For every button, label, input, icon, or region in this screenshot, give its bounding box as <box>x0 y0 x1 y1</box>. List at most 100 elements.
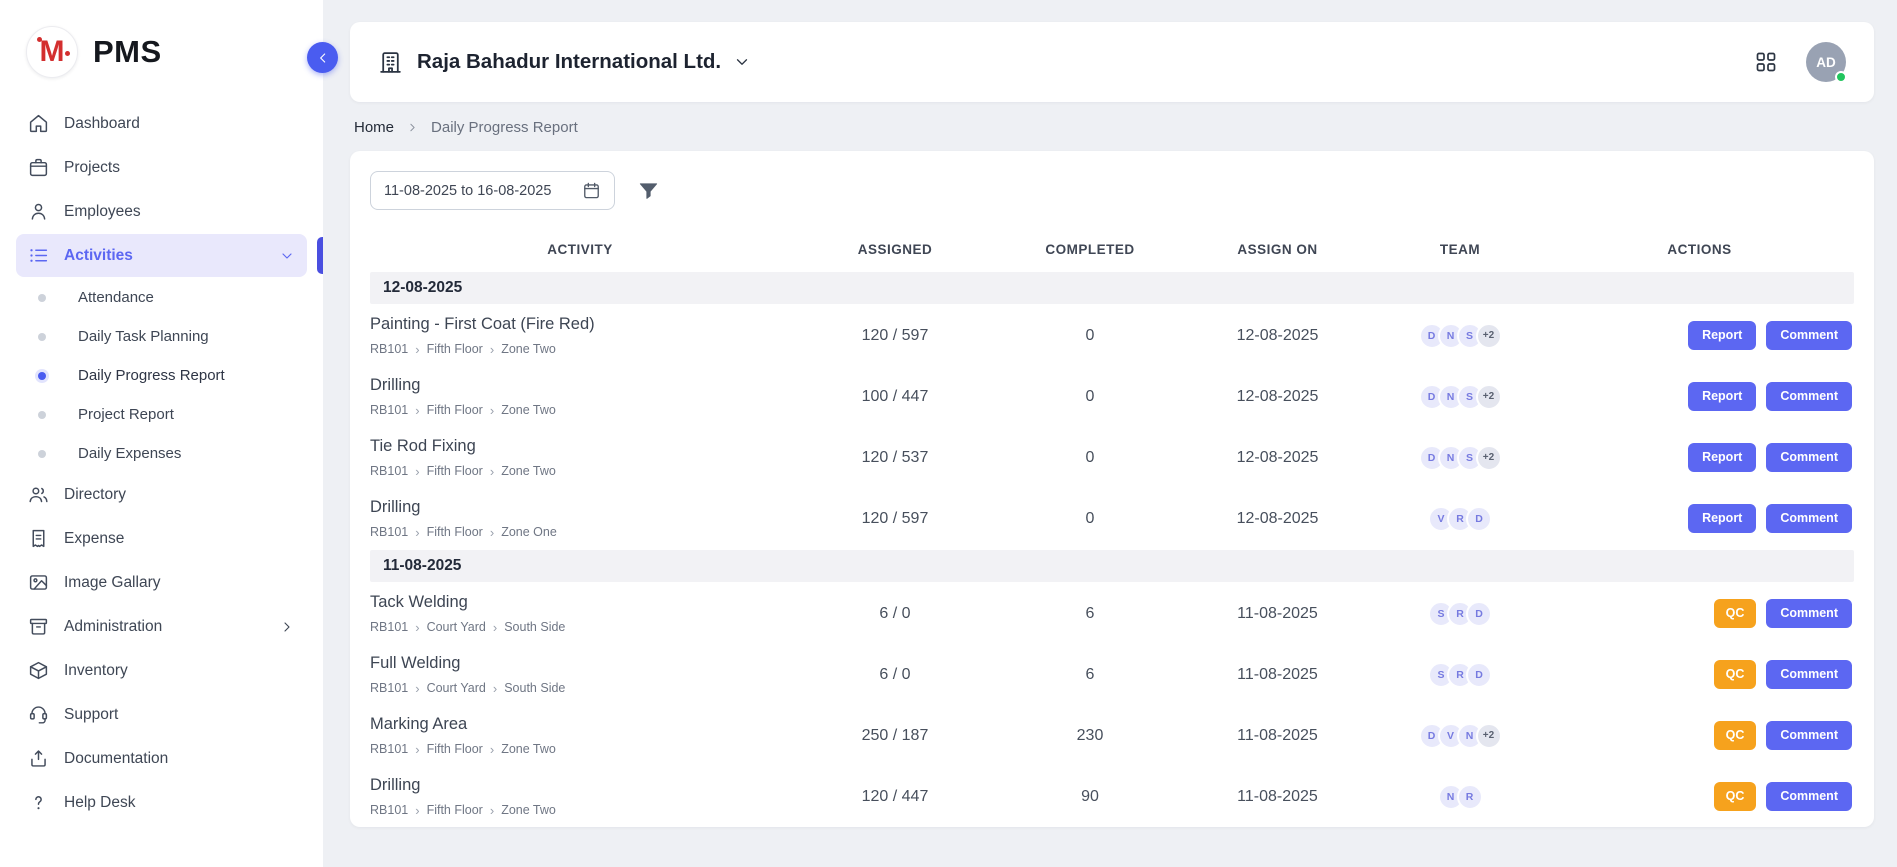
chevron-right-icon: › <box>493 682 497 695</box>
comment-button[interactable]: Comment <box>1766 782 1852 810</box>
sidebar-collapse-button[interactable] <box>307 42 338 73</box>
activities-icon <box>28 245 49 266</box>
assigned-value: 120 / 597 <box>790 510 1000 528</box>
sidebar-item-expense[interactable]: Expense <box>16 517 307 560</box>
report-button[interactable]: Report <box>1688 504 1756 532</box>
app-title: PMS <box>93 34 162 70</box>
chevron-right-icon: › <box>490 404 494 417</box>
main-area: Raja Bahadur International Ltd. AD Home … <box>323 0 1897 867</box>
sidebar-subitem-daily-progress-report[interactable]: Daily Progress Report <box>16 356 307 395</box>
activity-cell: DrillingRB101›Fifth Floor›Zone Two <box>370 776 790 817</box>
sidebar-item-label: Projects <box>64 159 120 177</box>
sidebar-item-label: Documentation <box>64 750 168 768</box>
qc-button[interactable]: QC <box>1714 782 1757 810</box>
path-segment: Zone Two <box>501 742 556 756</box>
comment-button[interactable]: Comment <box>1766 660 1852 688</box>
comment-button[interactable]: Comment <box>1766 599 1852 627</box>
sidebar-item-help-desk[interactable]: Help Desk <box>16 781 307 824</box>
team-avatar[interactable]: D <box>1466 662 1492 688</box>
bullet-icon <box>38 450 46 458</box>
sidebar-item-employees[interactable]: Employees <box>16 190 307 233</box>
path-segment: Zone One <box>501 525 557 539</box>
sidebar-item-inventory[interactable]: Inventory <box>16 649 307 692</box>
table-row: DrillingRB101›Fifth Floor›Zone One120 / … <box>370 488 1854 549</box>
path-segment: RB101 <box>370 525 408 539</box>
date-range-value: 11-08-2025 to 16-08-2025 <box>384 183 551 199</box>
sidebar-subitem-attendance[interactable]: Attendance <box>16 278 307 317</box>
path-segment: Fifth Floor <box>427 342 483 356</box>
sidebar-subitem-label: Project Report <box>78 406 174 423</box>
helpdesk-icon <box>28 792 49 813</box>
sidebar-item-image-gallary[interactable]: Image Gallary <box>16 561 307 604</box>
apps-grid-icon[interactable] <box>1754 50 1778 74</box>
sidebar-item-support[interactable]: Support <box>16 693 307 736</box>
progress-table: ACTIVITYASSIGNEDCOMPLETEDASSIGN ONTEAMAC… <box>370 228 1854 827</box>
chevron-right-icon: › <box>415 804 419 817</box>
team-extra-badge[interactable]: +2 <box>1476 384 1502 410</box>
sidebar-nav: Dashboard Projects EmployeesActivitiesAtte… <box>0 98 323 824</box>
comment-button[interactable]: Comment <box>1766 321 1852 349</box>
sidebar-item-projects[interactable]: Projects <box>16 146 307 189</box>
support-icon <box>28 704 49 725</box>
team-extra-badge[interactable]: +2 <box>1476 323 1502 349</box>
sidebar-item-administration[interactable]: Administration <box>16 605 307 648</box>
company-selector[interactable]: Raja Bahadur International Ltd. <box>417 50 751 74</box>
table-row: DrillingRB101›Fifth Floor›Zone Two120 / … <box>370 766 1854 827</box>
activity-cell: Tack Welding RB101›Court Yard›South Side <box>370 593 790 634</box>
assign-on-value: 12-08-2025 <box>1180 510 1375 528</box>
row-actions: Report Comment <box>1545 443 1854 471</box>
team-extra-badge[interactable]: +2 <box>1476 445 1502 471</box>
team-avatars: VRD <box>1375 506 1545 532</box>
report-button[interactable]: Report <box>1688 321 1756 349</box>
report-button[interactable]: Report <box>1688 382 1756 410</box>
comment-button[interactable]: Comment <box>1766 382 1852 410</box>
table-row: DrillingRB101›Fifth Floor›Zone Two100 / … <box>370 366 1854 427</box>
user-avatar[interactable]: AD <box>1806 42 1846 82</box>
activity-cell: Marking AreaRB101›Fifth Floor›Zone Two <box>370 715 790 756</box>
sidebar-subitem-daily-expenses[interactable]: Daily Expenses <box>16 434 307 473</box>
activity-cell: Tie Rod FixingRB101›Fifth Floor›Zone Two <box>370 437 790 478</box>
completed-value: 0 <box>1000 388 1180 406</box>
team-avatar[interactable]: R <box>1457 784 1483 810</box>
sidebar-item-dashboard[interactable]: Dashboard <box>16 102 307 145</box>
assigned-value: 120 / 537 <box>790 449 1000 467</box>
date-range-input[interactable]: 11-08-2025 to 16-08-2025 <box>370 171 615 210</box>
comment-button[interactable]: Comment <box>1766 504 1852 532</box>
team-avatars: SRD <box>1375 662 1545 688</box>
comment-button[interactable]: Comment <box>1766 721 1852 749</box>
table-row: Full WeldingRB101›Court Yard›South Side6… <box>370 644 1854 705</box>
date-group-header: 12-08-2025 <box>370 272 1854 304</box>
column-header-activity: ACTIVITY <box>370 228 790 271</box>
team-avatar[interactable]: D <box>1466 601 1492 627</box>
table-row: Tack Welding RB101›Court Yard›South Side 6… <box>370 583 1854 644</box>
sidebar-item-activities[interactable]: Activities <box>16 234 307 277</box>
activity-path: RB101›Court Yard›South Side <box>370 620 780 634</box>
assigned-value: 250 / 187 <box>790 727 1000 745</box>
row-actions: QC Comment <box>1545 721 1854 749</box>
qc-button[interactable]: QC <box>1714 599 1757 627</box>
sidebar-item-documentation[interactable]: Documentation <box>16 737 307 780</box>
qc-button[interactable]: QC <box>1714 660 1757 688</box>
assigned-value: 6 / 0 <box>790 605 1000 623</box>
row-actions: QC Comment <box>1545 599 1854 627</box>
activity-title: Tack Welding <box>370 593 780 612</box>
path-segment: RB101 <box>370 803 408 817</box>
sidebar-item-directory[interactable]: Directory <box>16 473 307 516</box>
sidebar-subitem-label: Daily Progress Report <box>78 367 225 384</box>
sidebar-item-label: Dashboard <box>64 115 140 133</box>
sidebar-subitem-project-report[interactable]: Project Report <box>16 395 307 434</box>
team-avatar[interactable]: D <box>1466 506 1492 532</box>
report-button[interactable]: Report <box>1688 443 1756 471</box>
sidebar-subitem-daily-task-planning[interactable]: Daily Task Planning <box>16 317 307 356</box>
path-segment: South Side <box>504 620 565 634</box>
activity-path: RB101›Fifth Floor›Zone Two <box>370 342 780 356</box>
breadcrumb-home[interactable]: Home <box>354 119 394 136</box>
filter-icon[interactable] <box>637 179 660 202</box>
comment-button[interactable]: Comment <box>1766 443 1852 471</box>
team-extra-badge[interactable]: +2 <box>1476 723 1502 749</box>
qc-button[interactable]: QC <box>1714 721 1757 749</box>
bullet-icon <box>38 372 46 380</box>
logo-letter: M <box>40 37 65 67</box>
assigned-value: 6 / 0 <box>790 666 1000 684</box>
chevron-right-icon: › <box>415 526 419 539</box>
